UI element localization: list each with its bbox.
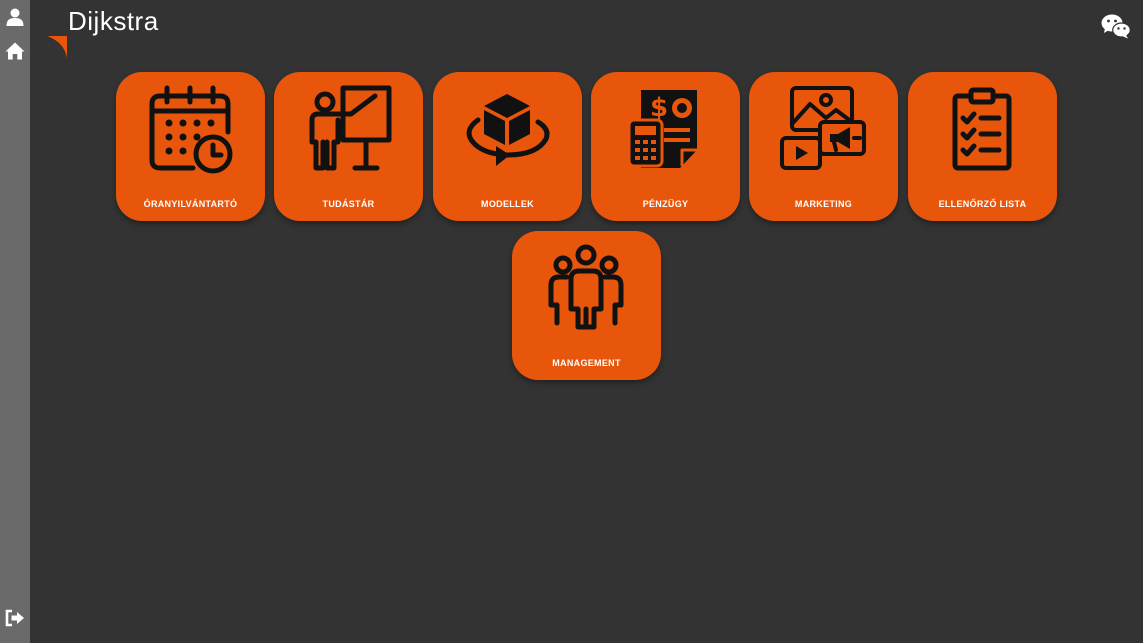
wechat-icon[interactable] bbox=[1101, 13, 1131, 39]
cube-rotate-icon bbox=[462, 84, 552, 174]
sidebar bbox=[0, 0, 30, 643]
tile-label: ELLENŐRZŐ LISTA bbox=[938, 199, 1027, 209]
home-icon[interactable] bbox=[5, 41, 25, 61]
tile-label: PÉNZÜGY bbox=[642, 199, 689, 209]
tile-penzugy[interactable]: $ PÉNZÜGY bbox=[591, 72, 740, 221]
calendar-clock-icon bbox=[145, 84, 235, 174]
presentation-teacher-icon bbox=[303, 84, 393, 174]
tile-label: TUDÁSTÁR bbox=[322, 199, 375, 209]
tile-label: MARKETING bbox=[794, 199, 853, 209]
tile-management[interactable]: MANAGEMENT bbox=[512, 231, 661, 380]
tile-label: MANAGEMENT bbox=[552, 358, 621, 368]
checklist-clipboard-icon bbox=[937, 84, 1027, 174]
finance-calculator-icon: $ bbox=[620, 84, 710, 174]
tile-label: MODELLEK bbox=[481, 199, 534, 209]
logout-icon[interactable] bbox=[5, 608, 25, 628]
tile-modellek[interactable]: MODELLEK bbox=[433, 72, 582, 221]
tile-tudastar[interactable]: TUDÁSTÁR bbox=[274, 72, 423, 221]
tile-oranyilvantarto[interactable]: ÓRANYILVÁNTARTÓ bbox=[116, 72, 265, 221]
tile-label: ÓRANYILVÁNTARTÓ bbox=[143, 199, 238, 209]
tile-ellenorzo-lista[interactable]: ELLENŐRZŐ LISTA bbox=[908, 72, 1057, 221]
app-title: Dijkstra bbox=[68, 6, 159, 36]
tile-marketing[interactable]: MARKETING bbox=[749, 72, 898, 221]
brand-logo-mark bbox=[47, 36, 67, 58]
user-icon[interactable] bbox=[5, 7, 25, 27]
team-group-icon bbox=[541, 243, 631, 333]
marketing-media-icon bbox=[778, 84, 868, 174]
